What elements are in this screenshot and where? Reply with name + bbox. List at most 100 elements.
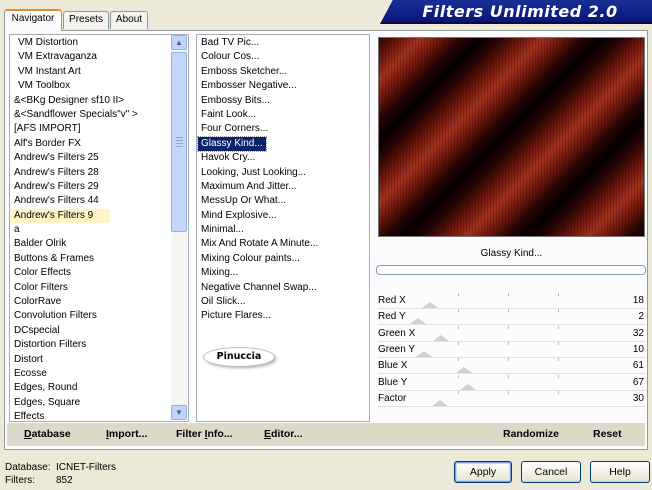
filters-count-value: 852 — [56, 475, 73, 486]
category-item[interactable]: Distortion Filters — [10, 338, 188, 352]
filter-item[interactable]: Negative Channel Swap... — [197, 281, 369, 295]
category-item[interactable]: Balder Olrik — [10, 237, 188, 251]
category-item[interactable]: VM Toolbox — [10, 79, 188, 93]
category-item[interactable]: DCspecial — [10, 324, 188, 338]
category-item[interactable]: Buttons & Frames — [10, 252, 188, 266]
category-list[interactable]: VM Distortion VM Extravaganza VM Instant A… — [9, 34, 189, 422]
reset-button[interactable]: Reset — [593, 428, 622, 440]
import-button[interactable]: Import... — [106, 428, 147, 440]
slider-value: 18 — [632, 295, 644, 306]
filter-item[interactable]: Mix And Rotate A Minute... — [197, 237, 369, 251]
slider-value: 2 — [638, 311, 644, 323]
tab-presets[interactable]: Presets — [63, 11, 109, 29]
filter-item[interactable]: Glassy Kind... — [197, 135, 267, 153]
category-item[interactable]: Alf's Border FX — [10, 137, 188, 151]
filter-item[interactable]: Colour Cos... — [197, 50, 369, 64]
category-item[interactable]: Color Filters — [10, 281, 188, 295]
slider-value: 30 — [632, 392, 644, 404]
tab-navigator[interactable]: Navigator — [4, 9, 62, 31]
slider-label: Red X — [378, 295, 406, 306]
category-scrollbar[interactable]: ▲ ▼ — [171, 35, 187, 420]
filter-item[interactable]: Minimal... — [197, 223, 369, 237]
database-button[interactable]: Database — [24, 428, 71, 440]
category-item[interactable]: Distort — [10, 353, 188, 367]
filters-count-label: Filters: — [5, 475, 35, 486]
preview-image — [378, 37, 645, 237]
slider-green-x[interactable]: Green X 32 — [378, 325, 646, 342]
slider-red-y[interactable]: Red Y 2 — [378, 309, 646, 326]
slider-thumb[interactable] — [460, 383, 476, 390]
filter-item[interactable]: Mixing... — [197, 266, 369, 280]
category-item[interactable]: Edges, Square — [10, 396, 188, 410]
category-item[interactable]: [AFS IMPORT] — [10, 122, 188, 136]
filter-item[interactable]: MessUp Or What... — [197, 194, 369, 208]
filter-item[interactable]: Emboss Sketcher... — [197, 65, 369, 79]
category-item[interactable]: VM Distortion — [10, 36, 188, 50]
filter-item[interactable]: Looking, Just Looking... — [197, 166, 369, 180]
scroll-down-button[interactable]: ▼ — [171, 405, 187, 420]
category-item[interactable]: Andrew's Filters 28 — [10, 166, 188, 180]
category-item[interactable]: Convolution Filters — [10, 309, 188, 323]
slider-label: Factor — [378, 392, 407, 404]
filter-item[interactable]: Oil Slick... — [197, 295, 369, 309]
tab-about[interactable]: About — [110, 11, 148, 29]
category-item[interactable]: Effects — [10, 410, 188, 421]
category-item[interactable]: &<BKg Designer sf10 II> — [10, 94, 188, 108]
category-item[interactable]: Andrew's Filters 44 — [10, 194, 188, 208]
slider-value: 10 — [632, 343, 644, 355]
category-item[interactable]: Andrew's Filters 9 — [10, 208, 110, 224]
slider-thumb[interactable] — [432, 399, 448, 406]
author-logo: Pinuccia — [204, 348, 274, 366]
category-item[interactable]: Ecosse — [10, 367, 188, 381]
filter-item[interactable]: Four Corners... — [197, 122, 369, 136]
slider-label: Blue X — [378, 360, 408, 372]
filter-item[interactable]: Embosser Negative... — [197, 79, 369, 93]
category-item[interactable]: Color Effects — [10, 266, 188, 280]
category-item[interactable]: Edges, Round — [10, 381, 188, 395]
randomize-button[interactable]: Randomize — [503, 428, 559, 440]
filter-item[interactable]: Picture Flares... — [197, 309, 369, 323]
slider-thumb[interactable] — [410, 318, 426, 325]
help-button[interactable]: Help — [590, 461, 650, 483]
slider-value: 61 — [632, 360, 644, 372]
filter-item[interactable]: Faint Look... — [197, 108, 369, 122]
slider-value: 67 — [632, 376, 644, 388]
preview-filter-name: Glassy Kind... — [480, 248, 543, 259]
slider-factor[interactable]: Factor 30 — [378, 390, 646, 407]
editor-button[interactable]: Editor... — [264, 428, 303, 440]
category-item[interactable]: Andrew's Filters 29 — [10, 180, 188, 194]
category-item[interactable]: VM Extravaganza — [10, 50, 188, 64]
filter-item[interactable]: Mixing Colour paints... — [197, 252, 369, 266]
slider-green-y[interactable]: Green Y 10 — [378, 341, 646, 358]
filter-item[interactable]: Bad TV Pic... — [197, 36, 369, 50]
slider-label: Green X — [378, 327, 416, 339]
slider-blue-y[interactable]: Blue Y 67 — [378, 374, 646, 391]
category-item[interactable]: Andrew's Filters 25 — [10, 151, 188, 165]
database-value: ICNET-Filters — [56, 462, 116, 473]
filter-item[interactable]: Havok Cry... — [197, 151, 369, 165]
filter-item[interactable]: Embossy Bits... — [197, 94, 369, 108]
slider-thumb[interactable] — [433, 334, 449, 341]
slider-thumb[interactable] — [456, 367, 472, 374]
slider-label: Red Y — [378, 311, 406, 323]
filter-info-button[interactable]: Filter Info... — [176, 428, 233, 440]
filter-item[interactable]: Maximum And Jitter... — [197, 180, 369, 194]
cancel-button[interactable]: Cancel — [521, 461, 581, 483]
database-label: Database: — [5, 462, 51, 473]
progress-bar — [376, 265, 646, 275]
scroll-thumb[interactable] — [171, 52, 187, 232]
slider-red-x[interactable]: Red X 18 — [378, 293, 646, 309]
apply-button[interactable]: Apply — [454, 461, 512, 483]
category-item[interactable]: ColorRave — [10, 295, 188, 309]
slider-label: Green Y — [378, 343, 416, 355]
slider-label: Blue Y — [378, 376, 408, 388]
slider-thumb[interactable] — [422, 302, 438, 308]
slider-thumb[interactable] — [416, 350, 432, 357]
scroll-up-button[interactable]: ▲ — [171, 35, 187, 50]
category-item[interactable]: &<Sandflower Specials"v" > — [10, 108, 188, 122]
filter-item[interactable]: Mind Explosive... — [197, 209, 369, 223]
category-item[interactable]: a — [10, 223, 188, 237]
slider-blue-x[interactable]: Blue X 61 — [378, 358, 646, 375]
category-item[interactable]: VM Instant Art — [10, 65, 188, 79]
slider-value: 32 — [632, 327, 644, 339]
